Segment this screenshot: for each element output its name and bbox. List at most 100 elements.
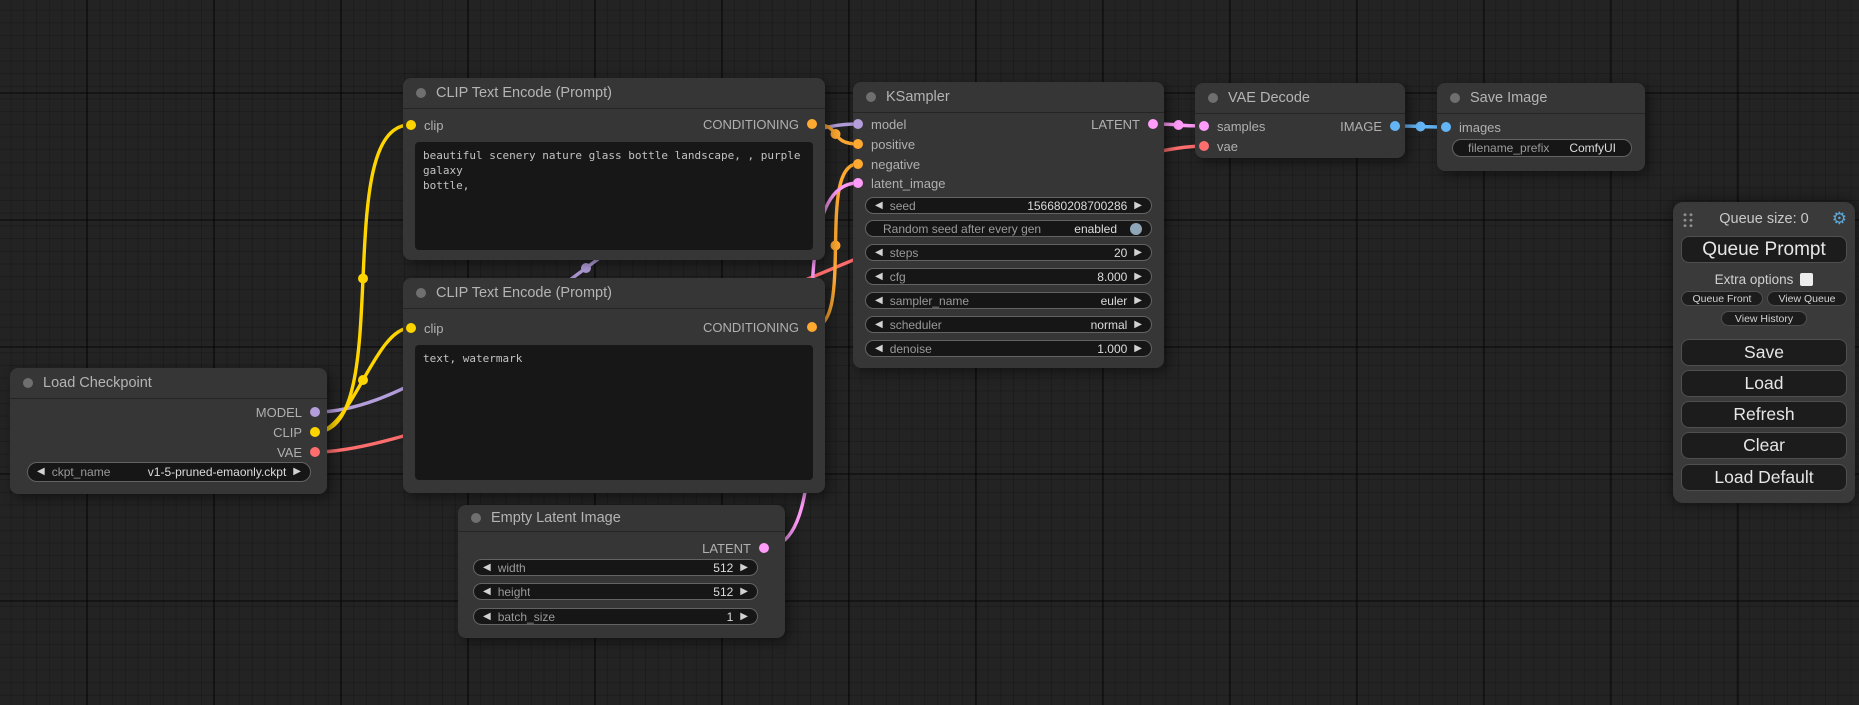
node-title-bar[interactable]: CLIP Text Encode (Prompt) <box>403 78 825 109</box>
widget-label: denoise <box>890 342 932 356</box>
clip-port-dot[interactable] <box>310 427 320 437</box>
toggle-on-dot[interactable] <box>1130 223 1142 235</box>
node-empty-latent-image[interactable]: Empty Latent Image LATENT ◀ width 512 ▶ … <box>458 505 785 638</box>
conditioning-port-dot[interactable] <box>807 119 817 129</box>
widget-value: 512 <box>713 585 733 599</box>
right-arrow-icon[interactable]: ▶ <box>740 587 748 597</box>
port-label: CLIP <box>273 425 302 440</box>
widget-value: normal <box>1091 318 1128 332</box>
port-label: vae <box>1217 139 1238 154</box>
steps-widget[interactable]: ◀ steps 20 ▶ <box>865 244 1152 261</box>
node-vae-decode[interactable]: VAE Decode samples vae IMAGE <box>1195 83 1405 158</box>
output-port-latent: LATENT <box>702 538 769 558</box>
load-default-button[interactable]: Load Default <box>1681 464 1847 491</box>
width-widget[interactable]: ◀ width 512 ▶ <box>473 559 758 576</box>
node-save-image[interactable]: Save Image images filename_prefix ComfyU… <box>1437 83 1645 171</box>
left-arrow-icon[interactable]: ◀ <box>483 563 491 573</box>
node-clip-text-encode-positive[interactable]: CLIP Text Encode (Prompt) clip CONDITION… <box>403 78 825 260</box>
image-port-dot[interactable] <box>1390 121 1400 131</box>
save-button[interactable]: Save <box>1681 339 1847 366</box>
node-title-bar[interactable]: CLIP Text Encode (Prompt) <box>403 278 825 309</box>
widget-value: 20 <box>1114 246 1127 260</box>
left-arrow-icon[interactable]: ◀ <box>483 587 491 597</box>
right-arrow-icon[interactable]: ▶ <box>1134 320 1142 330</box>
widget-label: height <box>498 585 531 599</box>
latent-port-dot[interactable] <box>853 178 863 188</box>
left-arrow-icon[interactable]: ◀ <box>875 344 883 354</box>
ckpt-name-widget[interactable]: ◀ ckpt_name v1-5-pruned-emaonly.ckpt ▶ <box>27 462 311 482</box>
right-arrow-icon[interactable]: ▶ <box>740 612 748 622</box>
prompt-textarea[interactable]: text, watermark <box>415 345 813 480</box>
model-port-dot[interactable] <box>310 407 320 417</box>
extra-options-checkbox[interactable] <box>1800 273 1813 286</box>
sampler-name-widget[interactable]: ◀ sampler_name euler ▶ <box>865 292 1152 309</box>
filename-prefix-widget[interactable]: filename_prefix ComfyUI <box>1452 139 1632 157</box>
refresh-button[interactable]: Refresh <box>1681 401 1847 428</box>
scheduler-widget[interactable]: ◀ scheduler normal ▶ <box>865 316 1152 333</box>
queue-menu-panel: Queue size: 0 ⚙ Queue Prompt Extra optio… <box>1673 202 1855 503</box>
right-arrow-icon[interactable]: ▶ <box>1134 344 1142 354</box>
left-arrow-icon[interactable]: ◀ <box>875 201 883 211</box>
output-port-image: IMAGE <box>1340 116 1400 136</box>
right-arrow-icon[interactable]: ▶ <box>1134 296 1142 306</box>
widget-value: enabled <box>1074 222 1117 236</box>
view-queue-button[interactable]: View Queue <box>1767 291 1847 306</box>
node-title-bar[interactable]: KSampler <box>853 82 1164 113</box>
seed-widget[interactable]: ◀ seed 156680208700286 ▶ <box>865 197 1152 214</box>
prompt-textarea[interactable]: beautiful scenery nature glass bottle la… <box>415 142 813 250</box>
node-status-dot <box>416 88 426 98</box>
output-port-vae: VAE <box>277 442 320 462</box>
left-arrow-icon[interactable]: ◀ <box>875 272 883 282</box>
view-history-button[interactable]: View History <box>1721 311 1807 326</box>
clear-button[interactable]: Clear <box>1681 432 1847 459</box>
widget-value: ComfyUI <box>1569 141 1616 155</box>
node-load-checkpoint[interactable]: Load Checkpoint MODEL CLIP VAE ◀ ckpt_na… <box>10 368 327 494</box>
clip-port-dot[interactable] <box>406 323 416 333</box>
latent-port-dot[interactable] <box>1199 121 1209 131</box>
node-title-bar[interactable]: Empty Latent Image <box>458 505 785 532</box>
batch-size-widget[interactable]: ◀ batch_size 1 ▶ <box>473 608 758 625</box>
right-arrow-icon[interactable]: ▶ <box>1134 201 1142 211</box>
widget-value: v1-5-pruned-emaonly.ckpt <box>148 465 287 479</box>
model-port-dot[interactable] <box>853 119 863 129</box>
load-button[interactable]: Load <box>1681 370 1847 397</box>
clip-port-dot[interactable] <box>406 120 416 130</box>
port-label: images <box>1459 120 1501 135</box>
node-title-bar[interactable]: Load Checkpoint <box>10 368 327 399</box>
conditioning-port-dot[interactable] <box>807 322 817 332</box>
drag-handle-icon[interactable] <box>1682 212 1693 227</box>
vae-port-dot[interactable] <box>310 447 320 457</box>
denoise-widget[interactable]: ◀ denoise 1.000 ▶ <box>865 340 1152 357</box>
widget-value: 512 <box>713 561 733 575</box>
node-status-dot <box>23 378 33 388</box>
left-arrow-icon[interactable]: ◀ <box>37 467 45 477</box>
image-port-dot[interactable] <box>1441 122 1451 132</box>
node-clip-text-encode-negative[interactable]: CLIP Text Encode (Prompt) clip CONDITION… <box>403 278 825 493</box>
latent-port-dot[interactable] <box>1148 119 1158 129</box>
cfg-widget[interactable]: ◀ cfg 8.000 ▶ <box>865 268 1152 285</box>
conditioning-port-dot[interactable] <box>853 139 863 149</box>
left-arrow-icon[interactable]: ◀ <box>875 296 883 306</box>
widget-label: scheduler <box>890 318 942 332</box>
latent-port-dot[interactable] <box>759 543 769 553</box>
queue-front-button[interactable]: Queue Front <box>1681 291 1763 306</box>
node-graph-canvas[interactable]: Load Checkpoint MODEL CLIP VAE ◀ ckpt_na… <box>0 0 1859 705</box>
node-ksampler[interactable]: KSampler model positive negative latent_… <box>853 82 1164 368</box>
node-title-bar[interactable]: VAE Decode <box>1195 83 1405 114</box>
input-port-model: model <box>853 114 906 134</box>
node-title-bar[interactable]: Save Image <box>1437 83 1645 114</box>
right-arrow-icon[interactable]: ▶ <box>293 467 301 477</box>
left-arrow-icon[interactable]: ◀ <box>875 320 883 330</box>
height-widget[interactable]: ◀ height 512 ▶ <box>473 583 758 600</box>
random-seed-toggle-widget[interactable]: Random seed after every gen enabled <box>865 220 1152 237</box>
right-arrow-icon[interactable]: ▶ <box>1134 248 1142 258</box>
conditioning-port-dot[interactable] <box>853 159 863 169</box>
vae-port-dot[interactable] <box>1199 141 1209 151</box>
queue-prompt-button[interactable]: Queue Prompt <box>1681 236 1847 263</box>
gear-icon[interactable]: ⚙ <box>1832 209 1847 229</box>
right-arrow-icon[interactable]: ▶ <box>1134 272 1142 282</box>
port-label: IMAGE <box>1340 119 1382 134</box>
left-arrow-icon[interactable]: ◀ <box>875 248 883 258</box>
left-arrow-icon[interactable]: ◀ <box>483 612 491 622</box>
right-arrow-icon[interactable]: ▶ <box>740 563 748 573</box>
